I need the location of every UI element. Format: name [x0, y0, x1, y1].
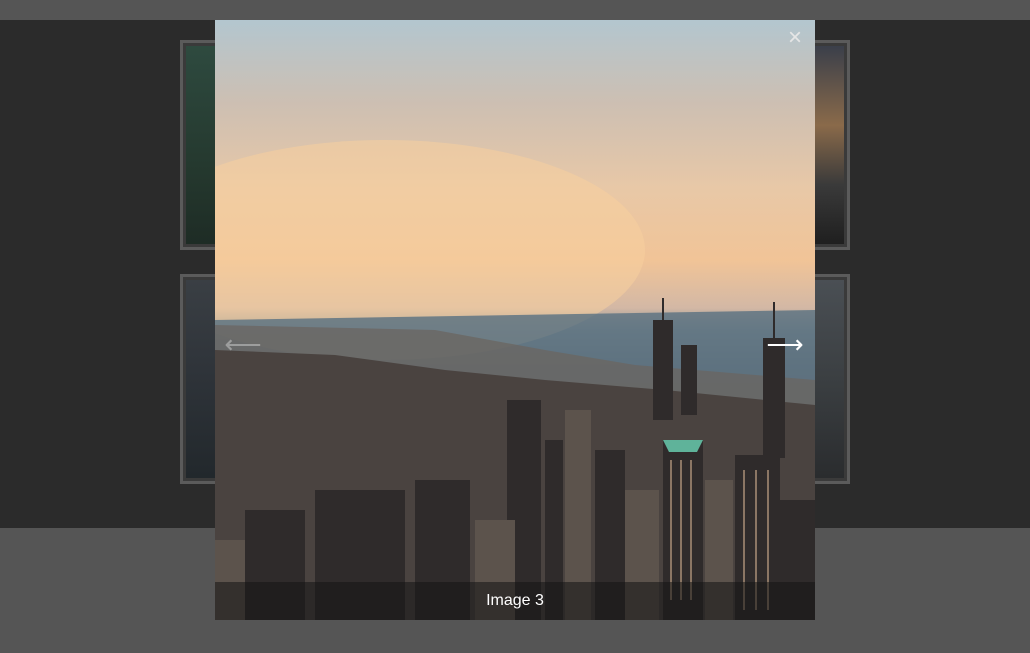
lightbox-modal: × ⟵ ⟶ Image 3 [215, 20, 815, 620]
thumbnail-image [810, 280, 844, 478]
arrow-right-icon[interactable]: ⟶ [765, 326, 805, 362]
close-icon[interactable]: × [777, 22, 813, 54]
image-caption: Image 3 [486, 592, 544, 609]
arrow-left-icon[interactable]: ⟵ [223, 326, 263, 362]
caption-bar: Image 3 [215, 582, 815, 620]
thumbnail-image [810, 46, 844, 244]
city-skyline-photo [215, 140, 815, 620]
